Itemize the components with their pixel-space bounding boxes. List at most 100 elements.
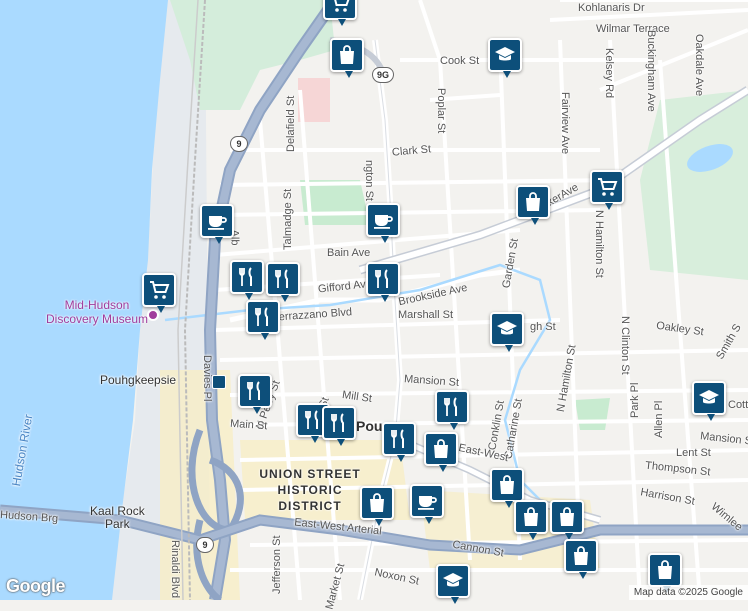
poi-bag-se[interactable]: [648, 553, 682, 593]
pin-tail: [215, 237, 223, 244]
street-washington-st: ngton St: [363, 160, 375, 201]
route-9g-shield: 9G: [372, 67, 394, 83]
pin-tail: [439, 465, 447, 472]
street-davies-pl: Davies Pl: [201, 355, 213, 402]
poi-restaurant-gifford-2[interactable]: [266, 262, 300, 302]
district-label-line2: HISTORIC: [277, 483, 343, 497]
poi-restaurant-verrazzano[interactable]: [246, 300, 280, 340]
pin-tail: [253, 407, 261, 414]
district-label: UNION STREET HISTORIC DISTRICT: [250, 466, 370, 514]
train-station-icon[interactable]: [212, 375, 226, 389]
poi-bag-arterial[interactable]: [490, 468, 524, 508]
school-icon: [697, 386, 721, 410]
restaurant-icon: [440, 395, 464, 419]
pin-tail: [397, 455, 405, 462]
park-label: Kaal Rock Park: [90, 505, 145, 531]
street-rinaldi-blvd: Rinaldi Blvd: [169, 540, 181, 599]
poi-bag-south[interactable]: [564, 539, 598, 579]
street-fairview-ave: Fairview Ave: [559, 92, 571, 155]
poi-restaurant-gifford-3[interactable]: [366, 262, 400, 302]
restaurant-icon: [235, 265, 259, 289]
shopping-bag-icon: [519, 505, 543, 529]
street-marshall-st: Marshall St: [398, 309, 454, 321]
street-delafield-st: Delafield St: [285, 95, 297, 152]
restaurant-icon: [251, 305, 275, 329]
street-kelsey-rd: Kelsey Rd: [603, 48, 615, 99]
pin-tail: [605, 203, 613, 210]
shopping-bag-icon: [429, 437, 453, 461]
pin-tail: [338, 19, 346, 26]
city-label: Pou: [356, 418, 383, 434]
park-label-line2: Park: [105, 517, 130, 531]
street-wilmar-terrace: Wilmar Terrace: [596, 23, 670, 35]
poi-coffee-washington[interactable]: [366, 203, 400, 243]
pin-tail: [381, 236, 389, 243]
restaurant-icon: [387, 427, 411, 451]
pin-tail: [505, 345, 513, 352]
street-park-pl: Park Pl: [629, 382, 641, 418]
pin-tail: [345, 71, 353, 78]
street-cotta: Cotta: [728, 399, 748, 411]
street-kohlanaris-dr: Kohlanaris Dr: [578, 2, 645, 14]
pin-tail: [157, 306, 165, 313]
restaurant-icon: [327, 411, 351, 435]
google-logo: Google: [6, 576, 66, 596]
street-lent-st: Lent St: [676, 447, 711, 459]
poi-coffee-union[interactable]: [410, 484, 444, 524]
pin-tail: [529, 533, 537, 540]
route-9-shield-south: 9: [196, 537, 214, 553]
school-icon: [493, 43, 517, 67]
pin-tail: [707, 414, 715, 421]
poi-bag-main[interactable]: [424, 432, 458, 472]
poi-school-east[interactable]: [692, 381, 726, 421]
coffee-icon: [371, 208, 395, 232]
restaurant-icon: [243, 379, 267, 403]
street-gh-st: gh St: [530, 321, 556, 333]
pin-tail: [337, 439, 345, 446]
restaurant-icon: [371, 267, 395, 291]
coffee-icon: [415, 489, 439, 513]
shopping-bag-icon: [555, 505, 579, 529]
pin-tail: [531, 218, 539, 225]
park-small: [575, 398, 610, 430]
poi-bag-top[interactable]: [330, 38, 364, 78]
poi-cart-parker[interactable]: [590, 170, 624, 210]
street-bain-ave: Bain Ave: [327, 247, 371, 259]
poi-school-garden[interactable]: [490, 312, 524, 352]
street-cook-st: Cook St: [440, 55, 480, 67]
pin-tail: [503, 71, 511, 78]
poi-school-top[interactable]: [488, 38, 522, 78]
map-attribution[interactable]: Map data ©2025 Google: [628, 585, 748, 600]
pin-tail: [261, 333, 269, 340]
pin-tail: [381, 295, 389, 302]
street-oakdale-ave: Oakdale Ave: [693, 34, 705, 97]
pin-tail: [505, 501, 513, 508]
street-jefferson-st: Jefferson St: [271, 535, 283, 595]
street-n-hamilton-st-north: N Hamilton St: [593, 210, 605, 278]
poi-bag-east-1[interactable]: [514, 500, 548, 540]
poi-restaurant-mill-2[interactable]: [322, 406, 356, 446]
pin-tail: [425, 517, 433, 524]
poi-restaurant-mansion[interactable]: [435, 390, 469, 430]
street-buckingham-ave: Buckingham Ave: [645, 30, 657, 112]
poi-coffee-albany[interactable]: [200, 204, 234, 244]
school-icon: [495, 317, 519, 341]
street-talmadge-st: Talmadge St: [282, 188, 294, 250]
poi-bag-east-2[interactable]: [550, 500, 584, 540]
poi-restaurant-station[interactable]: [238, 374, 272, 414]
poi-cart-top[interactable]: [323, 0, 357, 26]
pin-tail: [281, 295, 289, 302]
district-label-line3: DISTRICT: [278, 499, 342, 513]
poi-restaurant-main[interactable]: [382, 422, 416, 462]
pin-tail: [451, 597, 459, 604]
poi-bag-union[interactable]: [360, 486, 394, 526]
poi-bag-parker[interactable]: [516, 185, 550, 225]
poi-cart-museum[interactable]: [142, 273, 176, 313]
street-allen-pl: Allen Pl: [653, 400, 665, 438]
shopping-bag-icon: [335, 43, 359, 67]
shopping-bag-icon: [569, 544, 593, 568]
poi-school-south[interactable]: [436, 564, 470, 604]
poi-restaurant-gifford-1[interactable]: [230, 260, 264, 300]
street-n-clinton-st: N Clinton St: [619, 316, 631, 375]
shopping-bag-icon: [521, 190, 545, 214]
